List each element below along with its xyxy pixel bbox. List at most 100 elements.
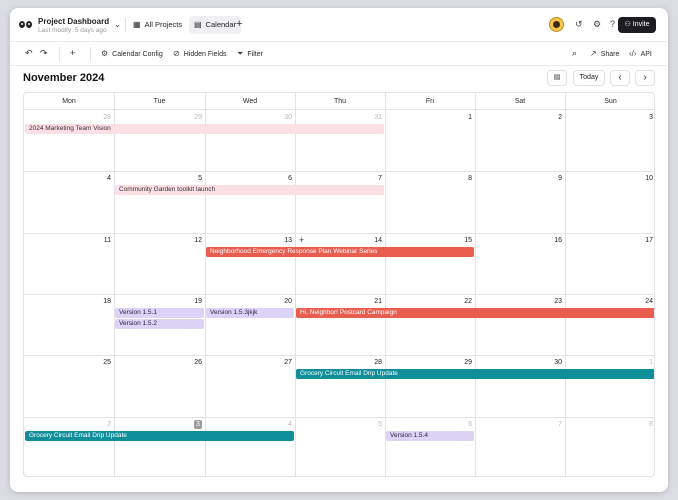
day-number: 17 xyxy=(645,236,653,244)
day-number: 6 xyxy=(288,175,292,183)
tab-calendar[interactable]: ▤ Calendar xyxy=(189,16,241,34)
chevron-down-icon[interactable]: ⌄ xyxy=(114,20,121,29)
day-number: 8 xyxy=(649,420,653,428)
calendar-event[interactable]: Version 1.5.4 xyxy=(386,430,474,441)
day-number: 25 xyxy=(103,359,111,367)
add-event-button[interactable]: + xyxy=(299,235,304,245)
divider xyxy=(125,18,126,32)
calendar-icon: ▤ xyxy=(194,20,202,29)
search-icon[interactable]: ⌕ xyxy=(572,48,577,58)
day-number: 23 xyxy=(554,297,562,305)
share-button[interactable]: ↗ Share xyxy=(590,48,619,60)
hidden-fields-label: Hidden Fields xyxy=(183,51,227,58)
day-number: 6 xyxy=(468,420,472,428)
day-number: 5 xyxy=(198,175,202,183)
invite-button[interactable]: ⚇ Invite xyxy=(618,17,656,33)
gear-icon[interactable]: ⚙ xyxy=(593,19,601,29)
day-number: 24 xyxy=(645,297,653,305)
day-number: 1 xyxy=(649,359,653,367)
day-number: 10 xyxy=(645,175,653,183)
history-icon[interactable]: ↺ xyxy=(575,19,583,29)
day-number: 15 xyxy=(464,236,472,244)
calendar-icon: ▤ xyxy=(553,74,561,81)
day-number: 18 xyxy=(103,297,111,305)
day-number: 5 xyxy=(378,420,382,428)
today-day-number: 3 xyxy=(194,419,202,429)
api-button[interactable]: ‹/› API xyxy=(629,48,652,60)
tab-all-projects[interactable]: ▦ All Projects xyxy=(128,16,187,34)
day-of-week-header: Sat xyxy=(475,93,565,110)
day-number: 26 xyxy=(194,359,202,367)
day-of-week-header: Tue xyxy=(114,93,205,110)
eye-off-icon: ⊘ xyxy=(173,49,180,58)
app-window: Project Dashboard Last modify: 5 days ag… xyxy=(10,8,668,492)
tab-label: All Projects xyxy=(144,20,183,29)
next-month-button[interactable]: › xyxy=(635,70,655,86)
day-of-week-header: Mon xyxy=(24,93,114,110)
day-number: 12 xyxy=(194,236,202,244)
day-number: 3 xyxy=(649,114,653,121)
calendar-event[interactable]: Version 1.5.2 xyxy=(115,319,204,330)
day-number: 30 xyxy=(284,114,292,121)
day-number: 19 xyxy=(194,297,202,305)
month-title: November 2024 xyxy=(23,72,105,84)
day-of-week-header: Thu xyxy=(295,93,385,110)
table-icon: ▦ xyxy=(133,20,141,29)
day-number: 4 xyxy=(107,175,111,183)
calendar-event[interactable]: Hi, Neighbor! Postcard Campaign xyxy=(296,307,654,318)
day-number: 29 xyxy=(464,359,472,367)
day-number: 7 xyxy=(378,175,382,183)
day-cell[interactable] xyxy=(114,417,205,477)
day-number: 11 xyxy=(103,236,111,244)
day-number: 9 xyxy=(558,175,562,183)
avatar[interactable] xyxy=(549,17,564,32)
calendar-event[interactable]: Version 1.5.1 xyxy=(115,307,204,318)
calendar-event[interactable]: Version 1.5.3jkjk xyxy=(206,307,294,318)
day-number: 22 xyxy=(464,297,472,305)
day-of-week-header: Wed xyxy=(205,93,295,110)
day-number: 4 xyxy=(288,420,292,428)
day-of-week-header: Sun xyxy=(565,93,654,110)
calendar-config-button[interactable]: ⚙ Calendar Config xyxy=(101,48,163,60)
help-icon[interactable]: ? xyxy=(610,19,615,29)
calendar-event[interactable]: Neighborhood Emergency Response Plan Web… xyxy=(206,246,474,257)
calendar-event[interactable]: 2024 Marketing Team Vision xyxy=(25,124,384,134)
day-number: 2 xyxy=(107,420,111,428)
filter-button[interactable]: ⏷ Filter xyxy=(237,48,263,60)
day-number: 28 xyxy=(103,114,111,121)
calendar-event[interactable]: Grocery Circuit Email Drip Update xyxy=(296,369,654,380)
add-user-icon: ⚇ xyxy=(624,21,633,28)
day-of-week-header: Fri xyxy=(385,93,475,110)
divider xyxy=(59,47,60,61)
day-number: 14 xyxy=(374,236,382,244)
hidden-fields-button[interactable]: ⊘ Hidden Fields xyxy=(173,48,227,60)
day-number: 16 xyxy=(554,236,562,244)
filter-icon: ⏷ xyxy=(237,49,244,58)
tab-label: Calendar xyxy=(205,20,236,29)
add-view-button[interactable]: + xyxy=(236,18,242,30)
toolbar: ↶ ↷ + ⚙ Calendar Config ⊘ Hidden Fields ⏷ F… xyxy=(10,42,668,66)
app-logo-icon[interactable] xyxy=(19,21,33,31)
day-number: 2 xyxy=(558,114,562,121)
project-title[interactable]: Project Dashboard xyxy=(38,17,109,26)
add-record-button[interactable]: + xyxy=(70,48,75,58)
day-number: 1 xyxy=(468,114,472,121)
undo-icon[interactable]: ↶ xyxy=(25,48,33,58)
day-number: 27 xyxy=(284,359,292,367)
last-modified-text: Last modify: 5 days ago xyxy=(38,27,107,34)
invite-label: Invite xyxy=(632,21,650,28)
day-number: 31 xyxy=(374,114,382,121)
prev-month-button[interactable]: ‹ xyxy=(610,70,630,86)
day-number: 28 xyxy=(374,359,382,367)
top-bar: Project Dashboard Last modify: 5 days ag… xyxy=(10,8,668,42)
date-picker-button[interactable]: ▤ xyxy=(547,70,567,86)
calendar-event[interactable]: Community Garden toolkit launch xyxy=(115,185,384,196)
filter-label: Filter xyxy=(247,51,263,58)
calendar-event[interactable]: Grocery Circuit Email Drip Update xyxy=(25,430,294,441)
today-button[interactable]: Today xyxy=(573,70,605,86)
day-number: 21 xyxy=(374,297,382,305)
share-label: Share xyxy=(600,51,620,58)
redo-icon[interactable]: ↷ xyxy=(40,48,48,58)
day-number: 13 xyxy=(284,236,292,244)
calendar-config-label: Calendar Config xyxy=(112,51,163,58)
